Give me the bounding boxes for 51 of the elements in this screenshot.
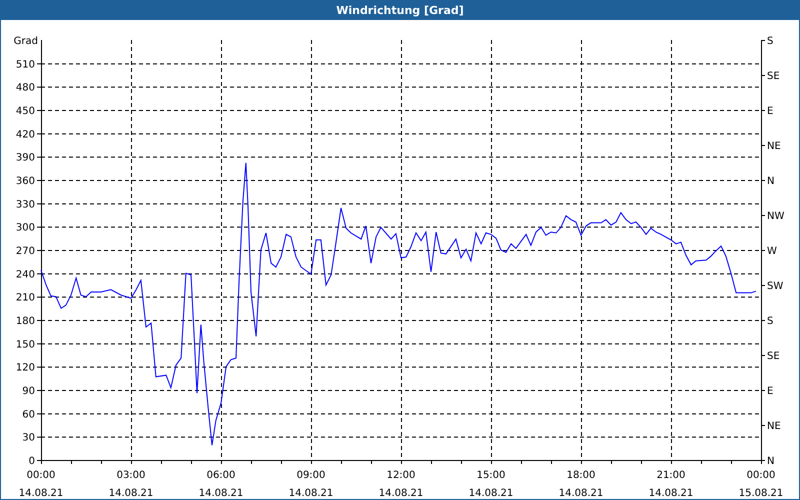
x-tick-date: 15.08.21 — [738, 488, 784, 497]
y-tick-label: 150 — [16, 339, 35, 350]
y-tick-label: 480 — [16, 82, 35, 94]
y-tick-label: 60 — [22, 409, 35, 420]
compass-tick-label: SW — [767, 281, 784, 292]
y-tick-label: 180 — [16, 316, 35, 327]
y-tick-label: 270 — [16, 246, 35, 257]
compass-tick-label: NE — [767, 421, 781, 432]
x-tick-date: 14.08.21 — [468, 488, 514, 497]
x-tick-date: 14.08.21 — [378, 488, 424, 497]
x-tick-date: 14.08.21 — [648, 488, 694, 497]
x-tick-label: 21:00 — [656, 470, 686, 481]
y-tick-label: 330 — [16, 199, 35, 210]
y-tick-label: 120 — [16, 362, 35, 374]
compass-tick-label: N — [767, 456, 774, 467]
compass-tick-label: W — [767, 246, 777, 257]
x-tick-label: 00:00 — [746, 470, 776, 481]
compass-tick-label: N — [767, 176, 774, 187]
compass-tick-label: E — [767, 386, 774, 397]
y-tick-label: 390 — [16, 152, 35, 164]
y-tick-label: 450 — [16, 106, 35, 117]
x-tick-label: 09:00 — [296, 470, 326, 481]
y-tick-label: 210 — [16, 292, 35, 304]
x-tick-label: 00:00 — [26, 470, 56, 481]
y-tick-label: 90 — [22, 386, 35, 397]
axis-title: Grad — [14, 36, 38, 47]
window-title: Windrichtung [Grad] — [336, 4, 464, 16]
y-tick-label: 420 — [16, 129, 35, 140]
compass-tick-label: NE — [767, 141, 781, 152]
x-tick-date: 14.08.21 — [18, 488, 64, 497]
y-tick-label: 360 — [16, 176, 35, 187]
compass-tick-label: S — [767, 316, 774, 327]
y-tick-label: 300 — [16, 222, 35, 234]
x-tick-label: 06:00 — [206, 470, 236, 481]
x-tick-label: 03:00 — [116, 470, 146, 481]
x-tick-date: 14.08.21 — [108, 488, 154, 497]
x-tick-date: 14.08.21 — [288, 488, 334, 497]
x-tick-label: 12:00 — [386, 470, 416, 481]
x-tick-label: 15:00 — [476, 470, 506, 481]
compass-tick-label: S — [767, 36, 774, 47]
x-tick-date: 14.08.21 — [198, 488, 244, 497]
y-tick-label: 30 — [22, 432, 35, 444]
y-tick-label: 510 — [16, 59, 35, 70]
y-tick-label: 0 — [28, 456, 35, 467]
compass-tick-label: SE — [767, 71, 780, 82]
compass-tick-label: E — [767, 106, 774, 117]
x-tick-label: 18:00 — [566, 470, 596, 481]
compass-tick-label: NW — [767, 211, 784, 222]
compass-tick-label: SE — [767, 351, 780, 362]
x-tick-date: 14.08.21 — [558, 488, 604, 497]
y-tick-label: 240 — [16, 269, 35, 280]
